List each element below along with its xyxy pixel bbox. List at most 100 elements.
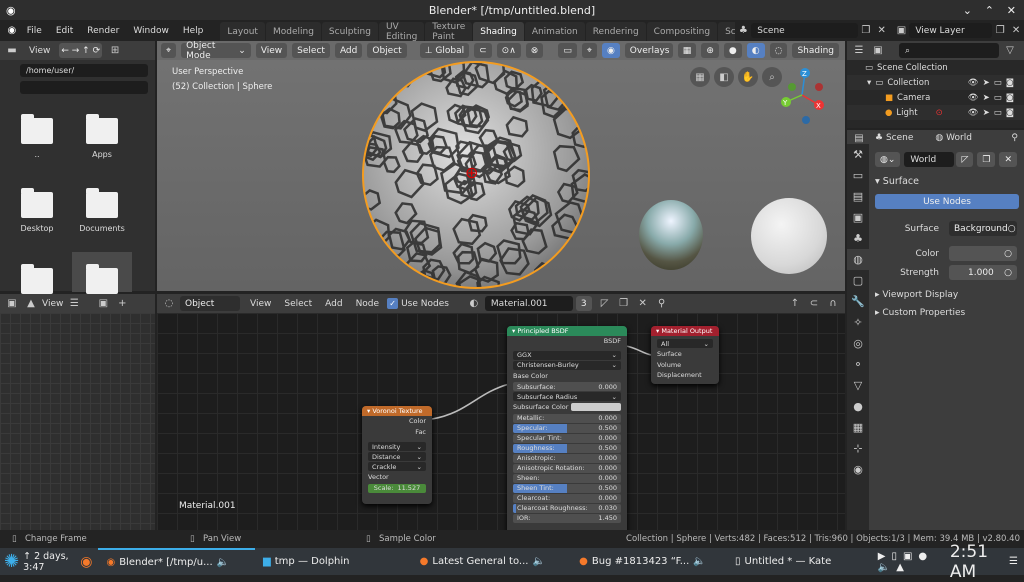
shading-solid-icon[interactable]: ● [723,43,742,58]
scene-selector[interactable]: Scene [751,23,858,38]
shading-wireframe-icon[interactable]: ⊕ [701,43,719,58]
path-field[interactable]: /home/user/ [20,64,148,77]
menu-hamburger-icon[interactable]: ☰ [66,296,82,311]
display-mode-icon[interactable]: ▣ [870,43,886,58]
pivot-icon[interactable]: ⊗ [525,43,544,58]
principled-bsdf-node[interactable]: ▾ Principled BSDF BSDF GGX ⌄ Christensen-… [507,326,627,536]
navigation-gizmo[interactable]: Z X Y [772,65,832,127]
xray-icon[interactable]: ▦ [677,43,697,58]
overlays-toggle-icon[interactable]: ◉ [601,43,620,58]
bsdf-value-field[interactable]: Clearcoat Roughness: 0.030 [513,503,621,513]
task-dolphin[interactable]: ▆ tmp — Dolphin [255,548,412,575]
outliner-search[interactable]: ⌕ [899,43,999,58]
filename-field[interactable] [20,81,148,94]
visibility-icons[interactable]: 👁➤▭◙ [968,78,1024,88]
clock[interactable]: 2:51 AM [942,542,1009,582]
tab-rendering[interactable]: Rendering [585,22,646,41]
coloring-select[interactable]: Intensity ⌄ [368,442,426,451]
bsdf-value-field[interactable]: Roughness: 0.500 [513,443,621,453]
task-blender[interactable]: ◉ Blender* [/tmp/u... 🔈 [98,548,256,575]
proportional-edit-icon[interactable]: ⊙∧ [496,43,521,58]
overlays-dropdown[interactable]: Overlays [624,43,673,58]
world-browse-icon[interactable]: ◍⌄ [875,152,901,167]
outliner-item-light[interactable]: ● Light ⊙ 👁➤▭◙ [847,105,1024,120]
filter-icon[interactable]: ▽ [1002,43,1018,58]
file-item-selected[interactable] [72,252,132,294]
file-item-apps[interactable]: Apps [77,114,127,159]
menu-render[interactable]: Render [80,26,126,36]
outliner-item-camera[interactable]: ■ Camera 👁➤▭◙ [847,90,1024,105]
panel-menu-icon[interactable]: ☰ [1009,556,1024,567]
magnet-icon[interactable]: ∩ [825,296,841,311]
material-users-count[interactable]: 3 [575,296,592,311]
distribution-select[interactable]: GGX ⌄ [513,350,621,360]
feature-select[interactable]: Crackle ⌄ [368,462,426,471]
unlink-icon[interactable]: ✕ [635,296,651,311]
data-tab-icon[interactable]: ▽ [847,375,869,396]
duplicate-icon[interactable]: ❐ [616,296,632,311]
remove-scene-icon[interactable]: ✕ [874,23,890,38]
material-name-field[interactable]: Material.001 [484,296,573,311]
blender-launcher-icon[interactable]: ◉ [74,548,98,575]
image-editor[interactable] [0,313,155,530]
visibility-icons[interactable]: 👁➤▭◙ [968,93,1024,103]
menu-window[interactable]: Window [126,26,176,36]
texture-tab-icon[interactable]: ▦ [847,417,869,438]
editor-type-icon[interactable]: ◌ [161,296,177,311]
color-field[interactable]: ○ [949,246,1017,261]
snap-icon[interactable]: ⊂ [474,43,492,58]
bsdf-value-field[interactable]: Subsurface: 0.000 [513,382,621,391]
world-tab-icon[interactable]: ◍ [847,249,869,270]
3d-viewport[interactable]: User Perspective (52) Collection | Spher… [157,60,845,291]
orientation-selector[interactable]: ⊥ Global [419,43,470,58]
bsdf-value-field[interactable]: Specular: 0.500 [513,423,621,433]
target-select[interactable]: All ⌄ [657,339,713,348]
blender-menu-icon[interactable]: ◉ [4,23,20,38]
material-output-node[interactable]: ▾ Material Output All ⌄ Surface Volume Di… [651,326,719,384]
bsdf-value-field[interactable]: Sheen: 0.000 [513,473,621,483]
view-layer-icon[interactable]: ▣ [894,23,910,38]
system-tray-icons[interactable]: ▶▯▣●🔈▲ [878,551,942,573]
menu-help[interactable]: Help [176,26,211,36]
parent-node-tree-icon[interactable]: ↑ [787,296,803,311]
scene-context[interactable]: ♣ Scene [875,133,913,143]
tab-compositing[interactable]: Compositing [646,22,718,41]
shading-material-icon[interactable]: ◐ [746,43,765,58]
output-tab-icon[interactable]: ▤ [847,186,869,207]
object-tab-icon[interactable]: ▢ [847,270,869,291]
fake-user-icon[interactable]: ◸ [597,296,613,311]
duplicate-icon[interactable]: ❐ [977,152,996,167]
back-forward-parent-refresh-buttons[interactable]: ← → ↑ ⟳ [59,43,103,58]
image-browse-icon[interactable]: ▣ [95,296,111,311]
world-name-field[interactable]: World [904,152,955,167]
editor-type-icon[interactable]: ▬ [4,43,20,58]
visibility-icon[interactable]: ▭ [558,43,577,58]
pin-icon[interactable]: ⚲ [654,296,670,311]
pin-icon[interactable]: ⚲ [1011,133,1024,143]
bsdf-value-field[interactable]: Clearcoat: 0.000 [513,493,621,503]
bsdf-value-field[interactable]: Anisotropic Rotation: 0.000 [513,463,621,473]
editor-type-icon[interactable]: ☰ [851,43,867,58]
use-nodes-checkbox[interactable]: ✓ [387,298,399,309]
node-menu-view[interactable]: View [245,299,276,309]
new-image-icon[interactable]: + [114,296,130,311]
filebrowser-view-menu[interactable]: View [23,46,56,56]
new-folder-icon[interactable]: ⊞ [107,43,123,58]
outliner-collection[interactable]: ▾ ▭ Collection 👁➤▭◙ [847,75,1024,90]
world-context[interactable]: ◍ World [935,133,972,143]
tab-texture-paint[interactable]: Texture Paint [425,22,473,41]
tab-sculpting[interactable]: Sculpting [321,22,378,41]
unlink-icon[interactable]: ✕ [999,152,1017,167]
bsdf-select[interactable]: Subsurface Radius ⌄ [513,392,621,401]
close-icon[interactable]: ✕ [1007,4,1016,17]
use-nodes-button[interactable]: Use Nodes [875,194,1019,209]
viewport-menu-select[interactable]: Select [292,43,330,58]
render-tab-icon[interactable]: ▭ [847,165,869,186]
physics-tab-icon[interactable]: ◎ [847,333,869,354]
tab-animation[interactable]: Animation [524,22,585,41]
task-firefox-1[interactable]: ● Latest General to... 🔈 [412,548,572,575]
scene-tab-icon[interactable]: ♣ [847,228,869,249]
bsdf-value-field[interactable]: IOR: 1.450 [513,513,621,523]
gizmo-icon[interactable]: ⌖ [581,43,597,58]
tab-modeling[interactable]: Modeling [265,22,321,41]
